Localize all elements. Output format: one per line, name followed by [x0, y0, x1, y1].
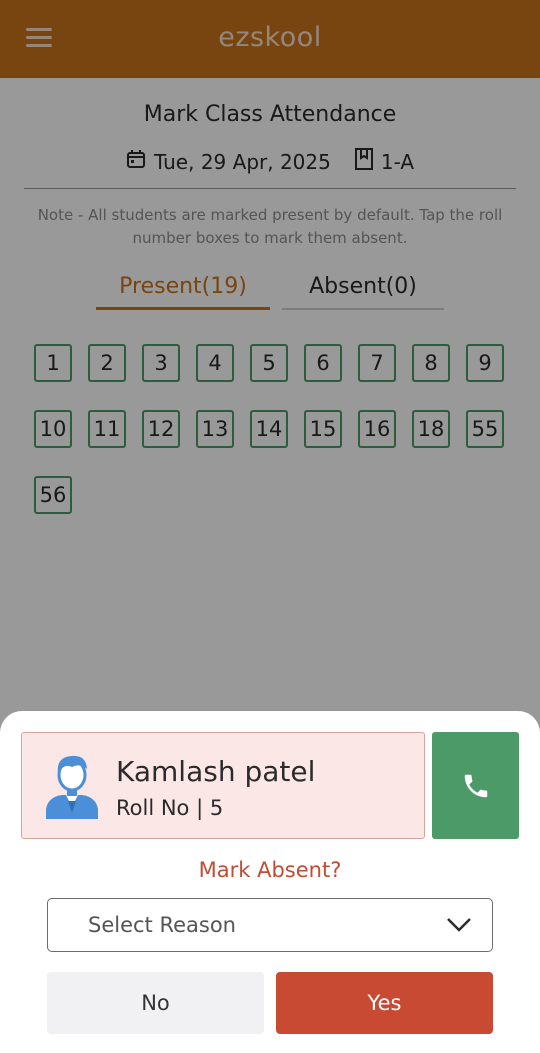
student-avatar-icon [44, 751, 100, 821]
mark-absent-question: Mark Absent? [198, 858, 342, 882]
mark-absent-sheet: Kamlash patel Roll No | 5 Mark Absent? S… [0, 711, 540, 1053]
call-button[interactable] [432, 732, 519, 839]
reason-select-placeholder: Select Reason [88, 913, 236, 937]
no-button[interactable]: No [47, 972, 264, 1034]
reason-select[interactable]: Select Reason [47, 898, 493, 952]
student-name: Kamlash patel [116, 755, 316, 788]
student-roll-number: Roll No | 5 [116, 796, 224, 820]
yes-button[interactable]: Yes [276, 972, 493, 1034]
student-card: Kamlash patel Roll No | 5 [21, 732, 425, 839]
chevron-down-icon [446, 914, 472, 938]
phone-icon [464, 774, 487, 797]
